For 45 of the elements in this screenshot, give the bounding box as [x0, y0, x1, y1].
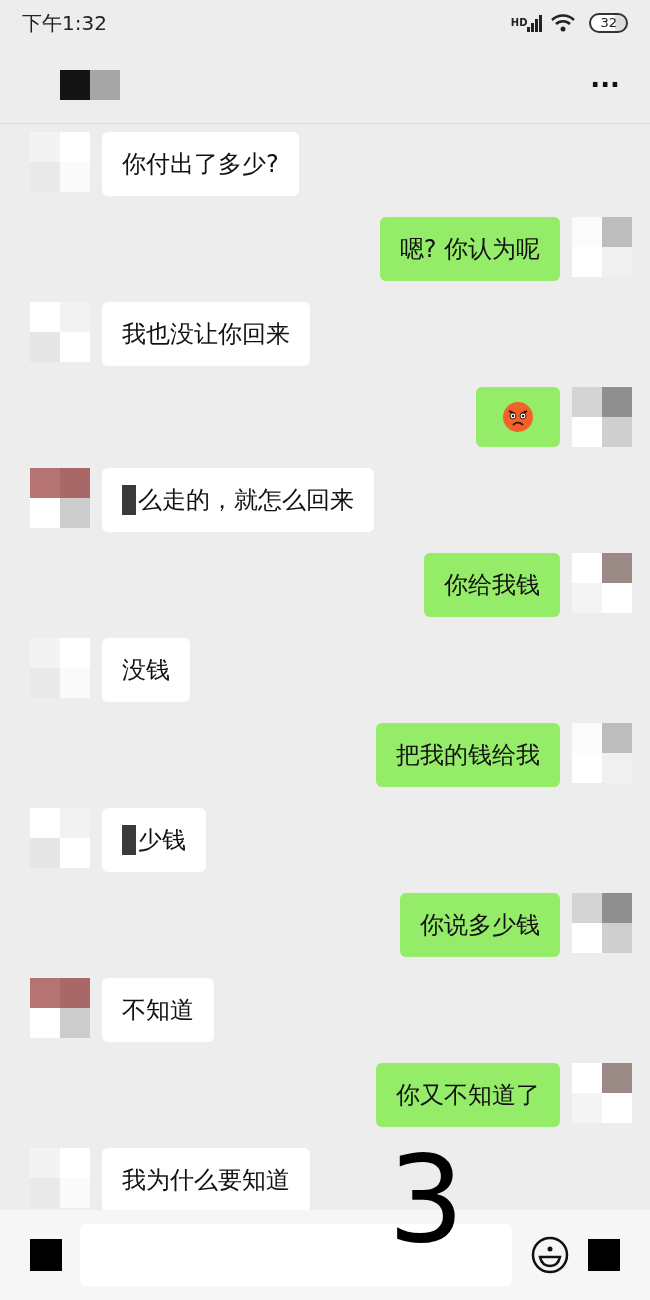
message-text: 不知道 [122, 995, 194, 1026]
message-bubble[interactable]: 你说多少钱 [400, 893, 560, 957]
emoji-face-icon[interactable] [530, 1235, 570, 1275]
clock: 下午1:32 [22, 10, 107, 37]
message-text: 你给我钱 [444, 570, 540, 601]
avatar[interactable] [572, 723, 632, 783]
message-text: 我也没让你回来 [122, 319, 290, 350]
message-bubble[interactable]: 你付出了多少? [102, 132, 299, 196]
message-bubble[interactable]: 我也没让你回来 [102, 302, 310, 366]
signal-icon [527, 14, 544, 32]
message-bubble[interactable]: 你又不知道了 [376, 1063, 560, 1127]
avatar[interactable] [572, 553, 632, 613]
message-bubble[interactable]: 么走的，就怎么回来 [102, 468, 374, 532]
contact-name-redacted [60, 69, 120, 100]
avatar[interactable] [572, 387, 632, 447]
angry-face-icon [502, 401, 534, 433]
redaction-block [122, 485, 136, 515]
avatar[interactable] [572, 217, 632, 277]
avatar[interactable] [572, 1063, 632, 1123]
message-bubble[interactable]: 少钱 [102, 808, 206, 872]
message-bubble[interactable]: 把我的钱给我 [376, 723, 560, 787]
avatar[interactable] [572, 893, 632, 953]
message-bubble[interactable]: 不知道 [102, 978, 214, 1042]
message-text: 么走的，就怎么回来 [138, 485, 354, 516]
wifi-icon [551, 14, 576, 32]
message-text: 你说多少钱 [420, 910, 540, 941]
message-text: 你又不知道了 [396, 1080, 540, 1111]
avatar[interactable] [30, 468, 90, 528]
message-bubble[interactable]: 我为什么要知道 [102, 1148, 310, 1210]
message-text: 我为什么要知道 [122, 1165, 290, 1196]
redaction-block [122, 825, 136, 855]
avatar[interactable] [30, 978, 90, 1038]
message-bubble[interactable]: 没钱 [102, 638, 190, 702]
message-text: 你付出了多少? [122, 149, 279, 180]
message-text: 把我的钱给我 [396, 740, 540, 771]
message-bubble[interactable] [476, 387, 560, 447]
battery-indicator: 32 [589, 13, 628, 33]
overlay-number: 3 [388, 1140, 465, 1260]
message-text: 没钱 [122, 655, 170, 686]
message-bubble[interactable]: 你给我钱 [424, 553, 560, 617]
menu-button[interactable]: ··· [590, 71, 620, 98]
message-text: 嗯? 你认为呢 [399, 234, 540, 265]
network-label: HD [510, 16, 528, 30]
message-text: 少钱 [138, 825, 186, 856]
message-bubble[interactable]: 嗯? 你认为呢 [379, 217, 560, 281]
